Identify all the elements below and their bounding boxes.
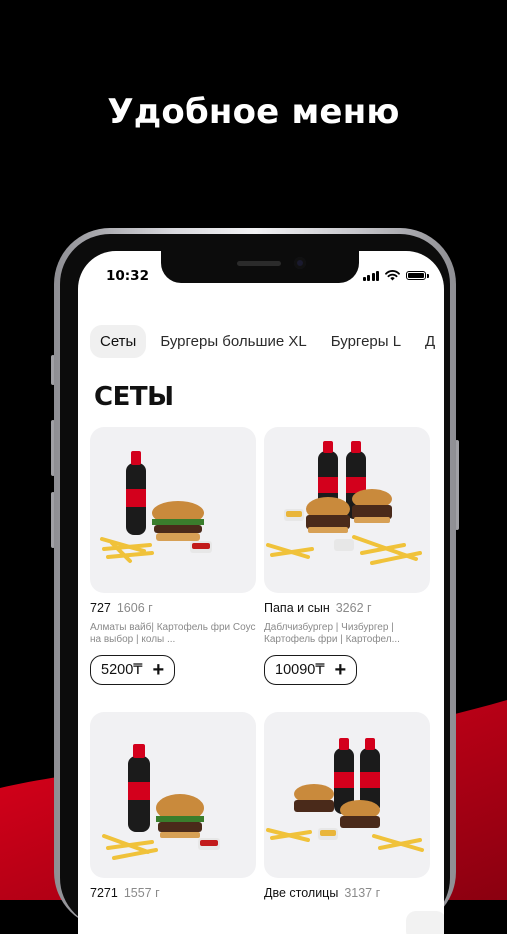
front-camera [294, 257, 306, 269]
product-image [264, 712, 430, 878]
product-description: Алматы вайб| Картофель фри Соус на выбор… [90, 622, 256, 645]
section-title: СЕТЫ [94, 382, 174, 412]
battery-icon [406, 271, 429, 280]
product-name-row: Две столицы 3137 г [264, 886, 430, 900]
tab-next-category[interactable]: Д [415, 325, 444, 358]
app-screen: 10:32 Сеты Бургеры большие XL Бургеры L … [78, 251, 444, 934]
product-image [90, 712, 256, 878]
tab-burgers-xl[interactable]: Бургеры большие XL [150, 325, 316, 358]
product-card[interactable]: 7271 1557 г [90, 712, 256, 900]
plus-icon: + [152, 659, 165, 681]
product-card[interactable]: 727 1606 г Алматы вайб| Картофель фри Соу… [90, 427, 256, 685]
tab-burgers-l[interactable]: Бургеры L [321, 325, 411, 358]
product-price: 5200₸ [101, 662, 143, 678]
floating-button[interactable] [406, 911, 444, 934]
product-name: Папа и сын [264, 601, 330, 615]
product-name-row: 7271 1557 г [90, 886, 256, 900]
product-image [264, 427, 430, 593]
status-icons [362, 270, 429, 281]
notch [161, 251, 359, 283]
product-card[interactable]: Папа и сын 3262 г Даблчизбургер | Чизбург… [264, 427, 430, 685]
product-name-row: Папа и сын 3262 г [264, 601, 430, 615]
status-time: 10:32 [106, 268, 149, 284]
speaker [237, 261, 281, 266]
product-name: 727 [90, 601, 111, 615]
product-name-row: 727 1606 г [90, 601, 256, 615]
add-to-cart-button[interactable]: 5200₸ + [90, 655, 176, 685]
product-weight: 3137 г [344, 886, 381, 900]
phone-frame: 10:32 Сеты Бургеры большие XL Бургеры L … [54, 228, 456, 934]
cellular-signal-icon [362, 270, 379, 281]
product-weight: 1606 г [116, 601, 153, 615]
product-card[interactable]: Две столицы 3137 г [264, 712, 430, 900]
product-name: Две столицы [264, 886, 339, 900]
plus-icon: + [334, 659, 347, 681]
product-description: Даблчизбургер | Чизбургер | Картофель фр… [264, 622, 400, 645]
add-to-cart-button[interactable]: 10090₸ + [264, 655, 358, 685]
product-weight: 3262 г [335, 601, 372, 615]
product-image [90, 427, 256, 593]
wifi-icon [385, 270, 400, 281]
promo-headline: Удобное меню [107, 92, 400, 132]
product-weight: 1557 г [123, 886, 160, 900]
product-name: 7271 [90, 886, 118, 900]
tab-sets[interactable]: Сеты [90, 325, 147, 358]
product-price: 10090₸ [275, 662, 325, 678]
category-tabs: Сеты Бургеры большие XL Бургеры L Д [90, 325, 444, 358]
